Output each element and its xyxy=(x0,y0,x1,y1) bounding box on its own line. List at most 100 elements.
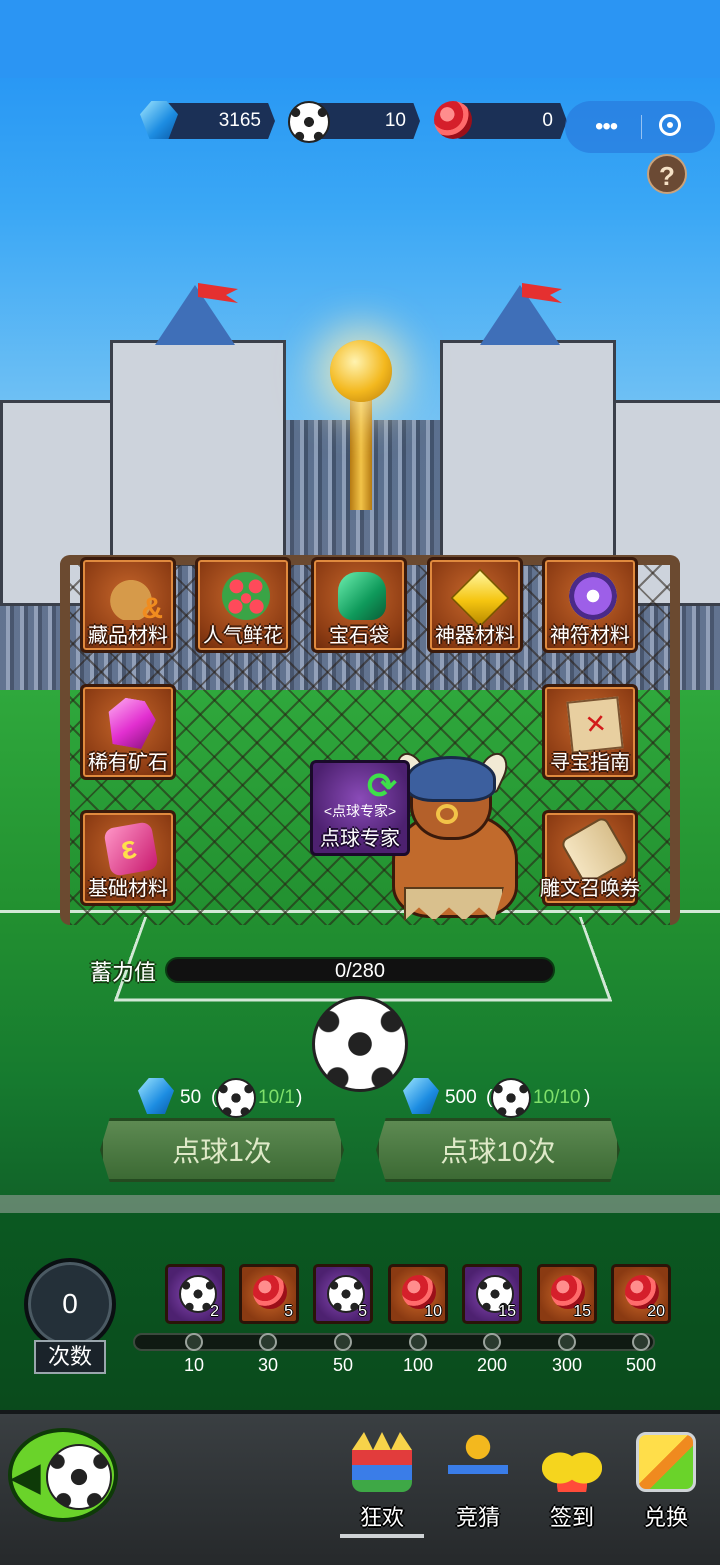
milestone-count: 50 xyxy=(332,1355,354,1375)
expert-title: <点球专家> xyxy=(323,803,397,819)
capsule-divider xyxy=(641,115,642,139)
reward-quantity: 5 xyxy=(358,1303,367,1320)
nav-carnival[interactable]: 狂欢 xyxy=(334,1428,430,1538)
flower-bouquet-icon xyxy=(222,572,270,620)
milestone-reward[interactable]: 20 xyxy=(611,1264,671,1324)
basic-material-icon xyxy=(103,821,159,877)
reward-tile-glyph-ticket[interactable]: 雕文召唤券 xyxy=(540,810,640,906)
reward-tile-flowers[interactable]: 人气鲜花 xyxy=(195,557,291,653)
milestone-node xyxy=(185,1333,203,1351)
kick-1-cost: 50 ( 10/1 ) xyxy=(138,1078,338,1118)
gem-counter: 3165 xyxy=(160,103,275,139)
reward-quantity: 5 xyxy=(284,1303,293,1320)
refresh-icon[interactable]: ⟳ xyxy=(363,767,401,805)
gem-bag-icon xyxy=(338,572,386,620)
help-button[interactable]: ? xyxy=(647,154,687,194)
rune-icon xyxy=(569,572,617,620)
castle-tower-right xyxy=(440,340,616,566)
panel-divider xyxy=(0,1195,720,1213)
penalty-expert-tile[interactable]: ⟳ <点球专家> 点球专家 xyxy=(310,760,410,856)
milestone-node xyxy=(558,1333,576,1351)
soccer-ball-icon xyxy=(288,101,330,143)
milestone-reward[interactable]: 15 xyxy=(462,1264,522,1324)
mini-program-capsule: ••• xyxy=(565,101,715,153)
reward-tile-label: 宝石袋 xyxy=(329,625,389,647)
trophy-stem xyxy=(350,400,372,510)
reward-tile-rune-material[interactable]: 神符材料 xyxy=(542,557,638,653)
nav-label: 竞猜 xyxy=(455,1505,500,1530)
reward-quantity: 15 xyxy=(498,1303,516,1320)
kick-10-button[interactable]: 点球10次 xyxy=(376,1118,620,1182)
reward-tile-label: 藏品材料 xyxy=(88,625,168,647)
kick-10-gem-cost: 500 xyxy=(445,1087,477,1108)
reward-tile-rare-ore[interactable]: 稀有矿石 xyxy=(80,684,176,780)
nav-label: 狂欢 xyxy=(359,1505,404,1530)
reward-quantity: 15 xyxy=(573,1303,591,1320)
milestone-reward[interactable]: 15 xyxy=(537,1264,597,1324)
soccer-ball-icon xyxy=(491,1078,531,1118)
ball-count: 10 xyxy=(384,110,406,131)
rose-count: 0 xyxy=(542,110,553,131)
milestone-node xyxy=(409,1333,427,1351)
milestone-track xyxy=(133,1333,655,1351)
milestone-reward[interactable]: 10 xyxy=(388,1264,448,1324)
soccer-ball-icon xyxy=(46,1444,112,1510)
reward-quantity: 2 xyxy=(210,1303,219,1320)
kick-count-label: 次数 xyxy=(34,1340,106,1374)
golden-ball-trophy xyxy=(330,340,392,402)
reward-tile-collection-material[interactable]: 藏品材料 xyxy=(80,557,176,653)
reward-tile-label: 人气鲜花 xyxy=(203,625,283,647)
paren-close: ) xyxy=(584,1087,591,1108)
reward-tile-label: 稀有矿石 xyxy=(88,752,168,774)
reward-tile-artifact-material[interactable]: 神器材料 xyxy=(427,557,523,653)
kick-1-ball-cost: 10/1 xyxy=(258,1087,295,1108)
charge-progress-bar: 0/280 xyxy=(165,957,555,983)
reward-tile-label: 寻宝指南 xyxy=(550,752,630,774)
milestone-node xyxy=(483,1333,501,1351)
reward-tile-gem-bag[interactable]: 宝石袋 xyxy=(311,557,407,653)
nav-guess[interactable]: 竞猜 xyxy=(430,1428,526,1538)
nose-ring xyxy=(436,804,458,824)
reward-tile-basic-material[interactable]: 基础材料 xyxy=(80,810,176,906)
milestone-count: 200 xyxy=(476,1355,508,1375)
goalkeeper-hair xyxy=(406,756,496,802)
expert-label: 点球专家 xyxy=(320,828,400,850)
guess-bracket-icon xyxy=(448,1432,508,1492)
nav-label: 签到 xyxy=(549,1505,594,1530)
soccer-ball-icon xyxy=(216,1078,256,1118)
reward-tile-treasure-guide[interactable]: 寻宝指南 xyxy=(542,684,638,780)
milestone-reward[interactable]: 2 xyxy=(165,1264,225,1324)
kick-10-ball-cost: 10/10 xyxy=(533,1087,581,1108)
charge-value: 0/280 xyxy=(334,960,386,982)
reward-tile-label: 雕文召唤券 xyxy=(540,878,640,900)
gem-count: 3165 xyxy=(218,110,261,131)
reward-tile-label: 神符材料 xyxy=(550,625,630,647)
milestone-count: 30 xyxy=(257,1355,279,1375)
close-target-icon[interactable] xyxy=(659,114,681,136)
nav-label: 兑换 xyxy=(643,1505,688,1530)
gem-icon xyxy=(138,1078,174,1114)
back-arrow-icon: ◀ xyxy=(10,1455,41,1499)
milestone-reward[interactable]: 5 xyxy=(313,1264,373,1324)
milestone-count: 10 xyxy=(183,1355,205,1375)
kick-1-button[interactable]: 点球1次 xyxy=(100,1118,344,1182)
more-icon[interactable]: ••• xyxy=(595,113,618,141)
kick-1-gem-cost: 50 xyxy=(180,1087,202,1108)
carnival-crown-icon xyxy=(352,1432,412,1492)
kick-count-value: 0 xyxy=(62,1288,78,1319)
sign-in-shoes-icon xyxy=(542,1432,602,1492)
reward-quantity: 10 xyxy=(424,1303,442,1320)
paren-close: ) xyxy=(296,1087,303,1108)
rose-icon xyxy=(253,1275,287,1309)
back-button[interactable]: ◀ xyxy=(8,1428,118,1522)
milestone-reward[interactable]: 5 xyxy=(239,1264,299,1324)
nav-sign-in[interactable]: 签到 xyxy=(524,1428,620,1538)
reward-tile-label: 基础材料 xyxy=(88,878,168,900)
nav-exchange[interactable]: 兑换 xyxy=(618,1428,714,1538)
castle-tower-left xyxy=(110,340,286,566)
milestone-count: 300 xyxy=(551,1355,583,1375)
pink-gem-icon xyxy=(103,695,159,751)
material-bag-icon xyxy=(107,572,163,626)
gem-icon xyxy=(403,1078,439,1114)
rose-icon xyxy=(434,101,472,139)
